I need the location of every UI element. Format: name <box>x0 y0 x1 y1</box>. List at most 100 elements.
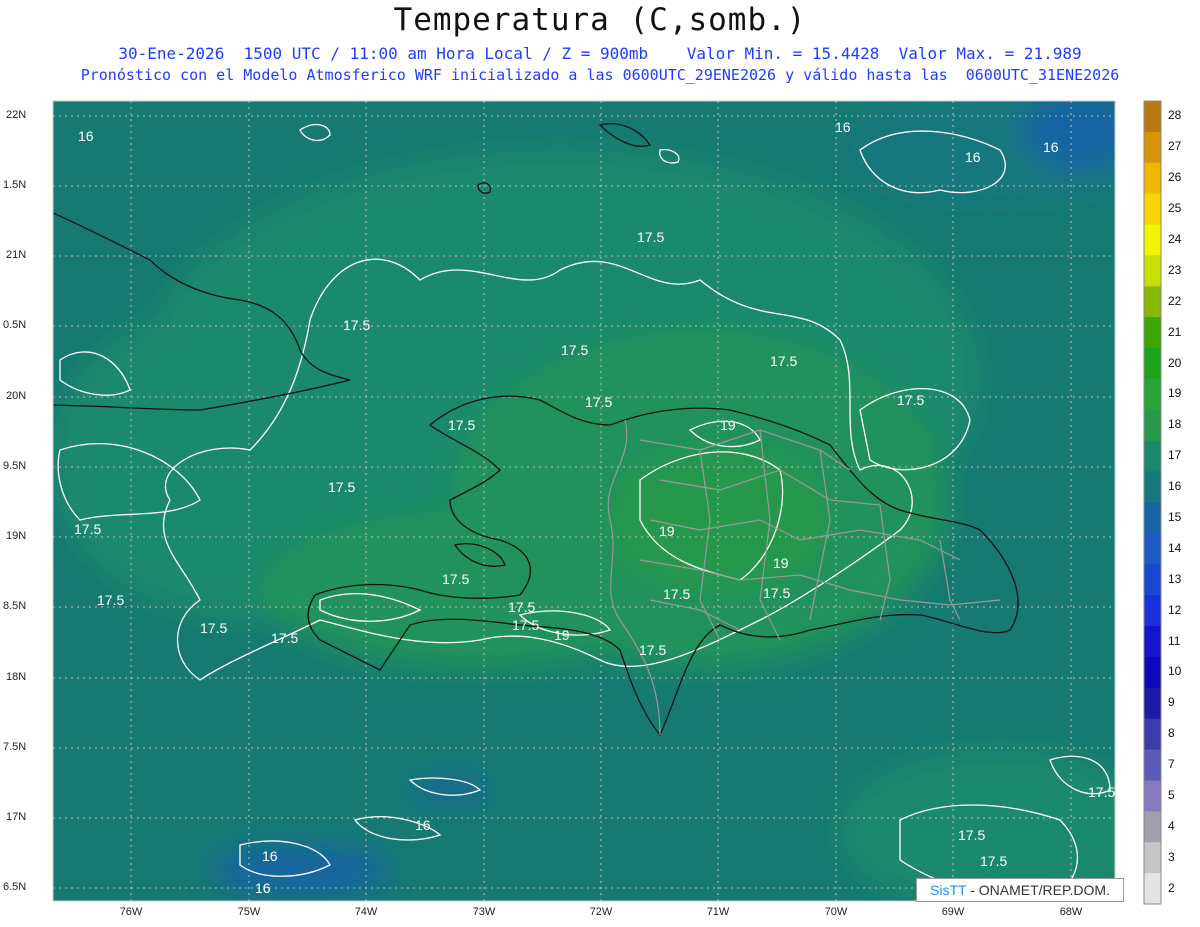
contour-label: 19 <box>773 555 789 571</box>
colorbar-swatch <box>1144 193 1161 226</box>
colorbar-level-label: 12 <box>1168 602 1182 617</box>
lat-label: 17N <box>6 811 27 823</box>
colorbar-level-label: 7 <box>1168 757 1175 771</box>
contour-label: 17.5 <box>448 417 475 433</box>
colorbar-swatch <box>1144 255 1161 287</box>
contour-label: 17.5 <box>271 630 298 646</box>
contour-label: 17.5 <box>763 585 790 601</box>
colorbar-level-label: 10 <box>1168 664 1182 679</box>
colorbar-swatch <box>1144 162 1161 195</box>
lon-label: 74W <box>354 906 378 918</box>
contour-label: 17.5 <box>897 392 924 408</box>
contour-label: 17.5 <box>200 620 227 636</box>
colorbar-level-label: 28 <box>1168 108 1182 123</box>
colorbar-level-label: 9 <box>1168 695 1175 710</box>
contour-label: 17.5 <box>74 521 101 537</box>
colorbar-swatch <box>1144 409 1161 442</box>
colorbar-level-label: 21 <box>1168 324 1182 339</box>
contour-label: 17.5 <box>770 353 797 369</box>
contour-label: 16 <box>835 119 851 135</box>
colorbar-swatch <box>1144 471 1161 503</box>
contour-label: 16 <box>415 817 431 833</box>
contour-label: 19 <box>720 417 736 433</box>
colorbar-level-label: 20 <box>1168 355 1182 370</box>
colorbar-level-label: 19 <box>1168 386 1182 401</box>
lat-label: 21N <box>6 249 27 261</box>
contour-label: 17.5 <box>958 827 985 843</box>
lon-label: 71W <box>706 906 730 918</box>
colorbar-swatch <box>1144 873 1161 905</box>
contour-label: 17.5 <box>328 479 355 495</box>
contour-label: 19 <box>554 627 570 643</box>
colorbar-level-label: 8 <box>1168 726 1175 741</box>
contour-label: 17.5 <box>97 592 124 608</box>
contour-label: 17.5 <box>343 317 370 333</box>
contour-label: 17.5 <box>637 229 664 245</box>
contour-label: 17.5 <box>980 853 1007 869</box>
colorbar-swatch <box>1144 780 1161 812</box>
contour-label: 16 <box>965 149 981 165</box>
lat-label: 9.5N <box>3 460 27 472</box>
colorbar-level-label: 16 <box>1168 479 1182 494</box>
credit-badge: SisTT - ONAMET/REP.DOM. <box>916 878 1124 902</box>
contour-label: 16 <box>1043 139 1059 155</box>
lat-label: 1.5N <box>3 179 27 191</box>
temperature-map: 16 16 16 16 16 16 16 17.5 17.5 17.5 17.5… <box>52 100 1162 905</box>
temperature-field <box>53 101 1115 901</box>
lat-label: 18N <box>6 671 27 683</box>
colorbar-level-label: 11 <box>1168 633 1181 648</box>
colorbar-level-label: 25 <box>1168 201 1182 216</box>
colorbar-swatch <box>1144 564 1161 596</box>
lon-label: 75W <box>237 906 261 918</box>
lat-label: 22N <box>6 109 27 121</box>
colorbar-level-label: 2 <box>1168 880 1175 895</box>
colorbar-level-label: 26 <box>1168 170 1182 185</box>
contour-label: 17.5 <box>639 642 666 658</box>
lat-label: 6.5N <box>3 881 27 893</box>
colorbar-level-label: 18 <box>1168 417 1182 432</box>
colorbar-swatch <box>1144 626 1161 658</box>
colorbar-swatch <box>1144 533 1161 565</box>
lon-label: 70W <box>824 906 848 918</box>
colorbar-swatch <box>1144 842 1161 874</box>
colorbar-level-label: 13 <box>1168 571 1182 586</box>
colorbar-level-label: 15 <box>1168 509 1182 524</box>
colorbar-swatch <box>1144 718 1161 751</box>
contour-label: 16 <box>255 880 271 896</box>
colorbar-swatch <box>1144 502 1161 534</box>
contour-label: 17.5 <box>508 599 535 615</box>
colorbar <box>1143 100 1162 905</box>
lat-label: 7.5N <box>3 741 27 753</box>
lon-label: 72W <box>589 906 613 918</box>
colorbar-swatch <box>1144 224 1161 256</box>
contour-label: 17.5 <box>442 571 469 587</box>
colorbar-level-label: 24 <box>1168 232 1182 246</box>
colorbar-swatch <box>1144 687 1161 720</box>
lat-label: 20N <box>6 390 27 402</box>
colorbar-swatch <box>1144 440 1161 473</box>
contour-label: 17.5 <box>585 394 612 410</box>
contour-label: 17.5 <box>1088 784 1115 800</box>
contour-label: 17.5 <box>561 342 588 358</box>
lat-label: 8.5N <box>3 600 27 612</box>
contour-label: 16 <box>262 848 278 864</box>
contour-label: 17.5 <box>663 586 690 602</box>
lon-label: 69W <box>941 906 965 918</box>
contour-label: 19 <box>659 523 675 539</box>
lon-label: 68W <box>1059 906 1083 918</box>
contour-label: 17.5 <box>512 617 539 633</box>
colorbar-level-label: 22 <box>1168 293 1182 308</box>
credit-logo-text: SisTT <box>930 882 967 898</box>
colorbar-level-label: 5 <box>1168 787 1175 802</box>
contour-label: 16 <box>78 128 94 144</box>
colorbar-swatch <box>1144 811 1161 843</box>
colorbar-swatch <box>1144 595 1161 627</box>
colorbar-swatch <box>1144 749 1161 781</box>
credit-org-text: - ONAMET/REP.DOM. <box>970 882 1110 898</box>
colorbar-swatch <box>1144 286 1161 318</box>
lat-label: 19N <box>6 530 27 542</box>
colorbar-level-label: 27 <box>1168 139 1182 154</box>
colorbar-swatch <box>1144 656 1161 689</box>
lon-label: 73W <box>472 906 496 918</box>
colorbar-level-label: 17 <box>1168 448 1182 463</box>
